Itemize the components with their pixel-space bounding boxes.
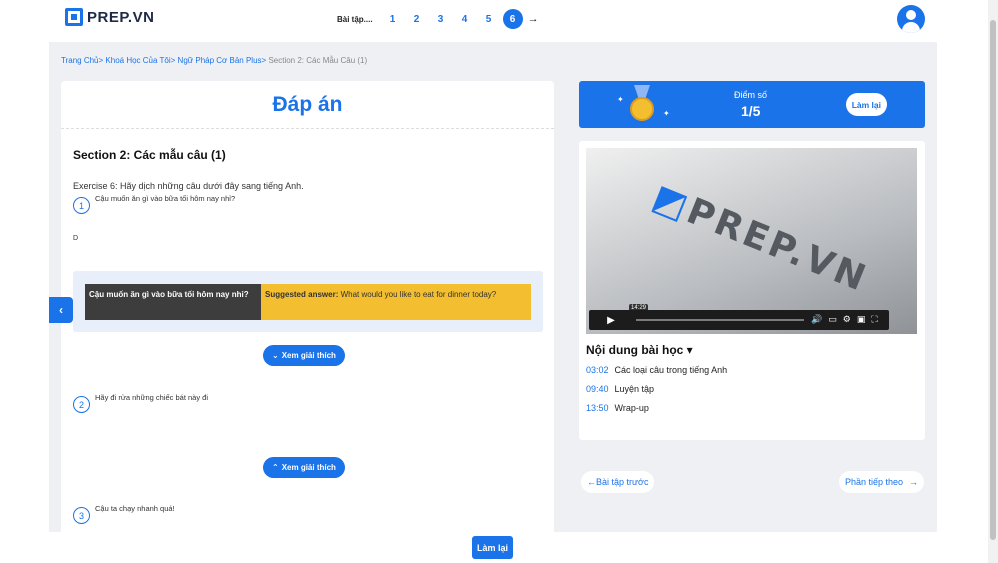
fullscreen-icon[interactable]: ⛶ xyxy=(871,314,877,325)
breadcrumb-my-courses[interactable]: Khoá Học Của Tôi> xyxy=(105,56,175,65)
medal-icon xyxy=(627,85,657,123)
scrollbar-thumb[interactable] xyxy=(990,20,996,540)
question-number-3: 3 xyxy=(73,507,90,524)
explain-button-label: Xem giải thích xyxy=(281,351,336,360)
user-answer-1: D xyxy=(73,235,79,242)
logo[interactable]: PREP.VN xyxy=(65,8,154,26)
sparkle-icon: ✦ xyxy=(663,109,670,118)
retry-button-footer[interactable]: Làm lại xyxy=(472,536,514,559)
previous-exercise-button[interactable]: ← Bài tập trước xyxy=(581,471,655,493)
tab-exercise-1[interactable]: 1 xyxy=(383,9,403,29)
suggested-label: Suggested answer: xyxy=(265,290,339,299)
question-number-2: 2 xyxy=(73,396,90,413)
toc-label: Wrap-up xyxy=(614,403,649,413)
settings-gear-icon[interactable]: ⚙ xyxy=(843,314,851,325)
chevron-down-icon: ⌄ xyxy=(272,351,279,360)
chevron-up-icon: ⌃ xyxy=(272,463,279,472)
score-value: 1/5 xyxy=(741,103,761,119)
video-progress-bar[interactable] xyxy=(636,319,804,321)
breadcrumb-home[interactable]: Trang Chủ> xyxy=(61,56,103,65)
miniplayer-icon[interactable]: ▣ xyxy=(857,314,866,325)
top-navbar: PREP.VN Bài tập.... 1 2 3 4 5 6 → xyxy=(49,0,937,42)
toc-time[interactable]: 09:40 xyxy=(586,384,609,394)
breadcrumb-current: Section 2: Các Mẫu Câu (1) xyxy=(268,56,368,65)
logo-text: PREP.VN xyxy=(87,8,155,26)
tab-exercise-5[interactable]: 5 xyxy=(479,9,499,29)
exercise-tabs-label: Bài tập.... xyxy=(337,14,373,24)
arrow-left-icon: ← xyxy=(587,477,596,487)
answer-card: Đáp án Section 2: Các mẫu câu (1) Exerci… xyxy=(61,81,554,541)
question-text-3: Cậu ta chạy nhanh quá! xyxy=(95,504,175,513)
explain-button-label: Xem giải thích xyxy=(281,463,336,472)
tab-exercise-3[interactable]: 3 xyxy=(431,9,451,29)
video-controls: ▶ 🔊 ▭ ⚙ ▣ ⛶ xyxy=(589,310,889,330)
suggested-text: What would you like to eat for dinner to… xyxy=(340,290,497,299)
score-label: Điểm số xyxy=(734,90,768,100)
video-card: ◩PREP.VN 14:29 ▶ 🔊 ▭ ⚙ ▣ ⛶ Nội dung bài … xyxy=(579,141,925,440)
avatar-body-shape xyxy=(902,22,920,33)
tab-exercise-4[interactable]: 4 xyxy=(455,9,475,29)
score-card: ✦ ✦ Điểm số 1/5 Làm lại xyxy=(579,81,925,128)
question-text-2: Hãy đi rửa những chiếc bát này đi xyxy=(95,393,209,402)
play-icon[interactable]: ▶ xyxy=(596,312,626,329)
logo-icon xyxy=(65,8,83,26)
exercise-tabs: Bài tập.... 1 2 3 4 5 6 → xyxy=(337,9,539,29)
exercise-instruction: Exercise 6: Hãy dịch những câu dưới đây … xyxy=(73,181,304,191)
answer-comparison: Cậu muốn ăn gì vào bữa tối hôm nay nhỉ? … xyxy=(73,271,543,332)
caret-down-icon: ▾ xyxy=(686,343,693,357)
sparkle-icon: ✦ xyxy=(617,95,624,104)
video-player[interactable]: ◩PREP.VN 14:29 ▶ 🔊 ▭ ⚙ ▣ ⛶ xyxy=(586,148,917,334)
answer-title: Đáp án xyxy=(61,81,554,129)
toc-item-1[interactable]: 03:02 Các loại câu trong tiếng Anh xyxy=(586,365,727,375)
toc-label: Các loại câu trong tiếng Anh xyxy=(614,365,728,375)
explain-button-2[interactable]: ⌃ Xem giải thích xyxy=(263,457,345,478)
next-section-button[interactable]: Phần tiếp theo → xyxy=(838,471,924,493)
breadcrumb: Trang Chủ> Khoá Học Của Tôi> Ngữ Pháp Cơ… xyxy=(61,56,367,65)
lesson-content-title[interactable]: Nội dung bài học ▾ xyxy=(586,343,693,357)
medal-coin xyxy=(630,97,654,121)
chevron-left-icon: ‹ xyxy=(59,303,63,317)
toc-item-2[interactable]: 09:40 Luyện tập xyxy=(586,384,654,394)
page-scrollbar[interactable] xyxy=(988,0,998,563)
collapse-panel-button[interactable]: ‹ xyxy=(49,297,73,323)
tab-exercise-2[interactable]: 2 xyxy=(407,9,427,29)
question-text-1: Cậu muốn ăn gì vào bữa tối hôm nay nhỉ? xyxy=(95,194,236,203)
breadcrumb-course[interactable]: Ngữ Pháp Cơ Bản Plus> xyxy=(178,56,267,65)
toc-time[interactable]: 13:50 xyxy=(586,403,609,413)
toc-label: Luyện tập xyxy=(614,384,655,394)
retry-button-score[interactable]: Làm lại xyxy=(845,93,887,116)
tab-exercise-6[interactable]: 6 xyxy=(502,9,523,29)
arrow-right-icon: → xyxy=(909,477,918,487)
section-title: Section 2: Các mẫu câu (1) xyxy=(73,148,226,162)
question-number-1: 1 xyxy=(73,197,90,214)
toc-item-3[interactable]: 13:50 Wrap-up xyxy=(586,403,649,413)
next-tabs-arrow-icon[interactable]: → xyxy=(528,13,539,25)
avatar-head-shape xyxy=(906,10,916,20)
video-brand-text: ◩PREP.VN xyxy=(646,176,874,301)
comparison-suggested: Suggested answer: What would you like to… xyxy=(261,284,531,320)
explain-button-1[interactable]: ⌄ Xem giải thích xyxy=(263,345,345,366)
captions-icon[interactable]: ▭ xyxy=(828,314,837,325)
user-avatar[interactable] xyxy=(897,5,925,33)
comparison-source: Cậu muốn ăn gì vào bữa tối hôm nay nhỉ? xyxy=(85,284,261,320)
video-control-icons: 🔊 ▭ ⚙ ▣ ⛶ xyxy=(811,314,878,325)
toc-time[interactable]: 03:02 xyxy=(586,365,609,375)
volume-icon[interactable]: 🔊 xyxy=(811,314,822,325)
